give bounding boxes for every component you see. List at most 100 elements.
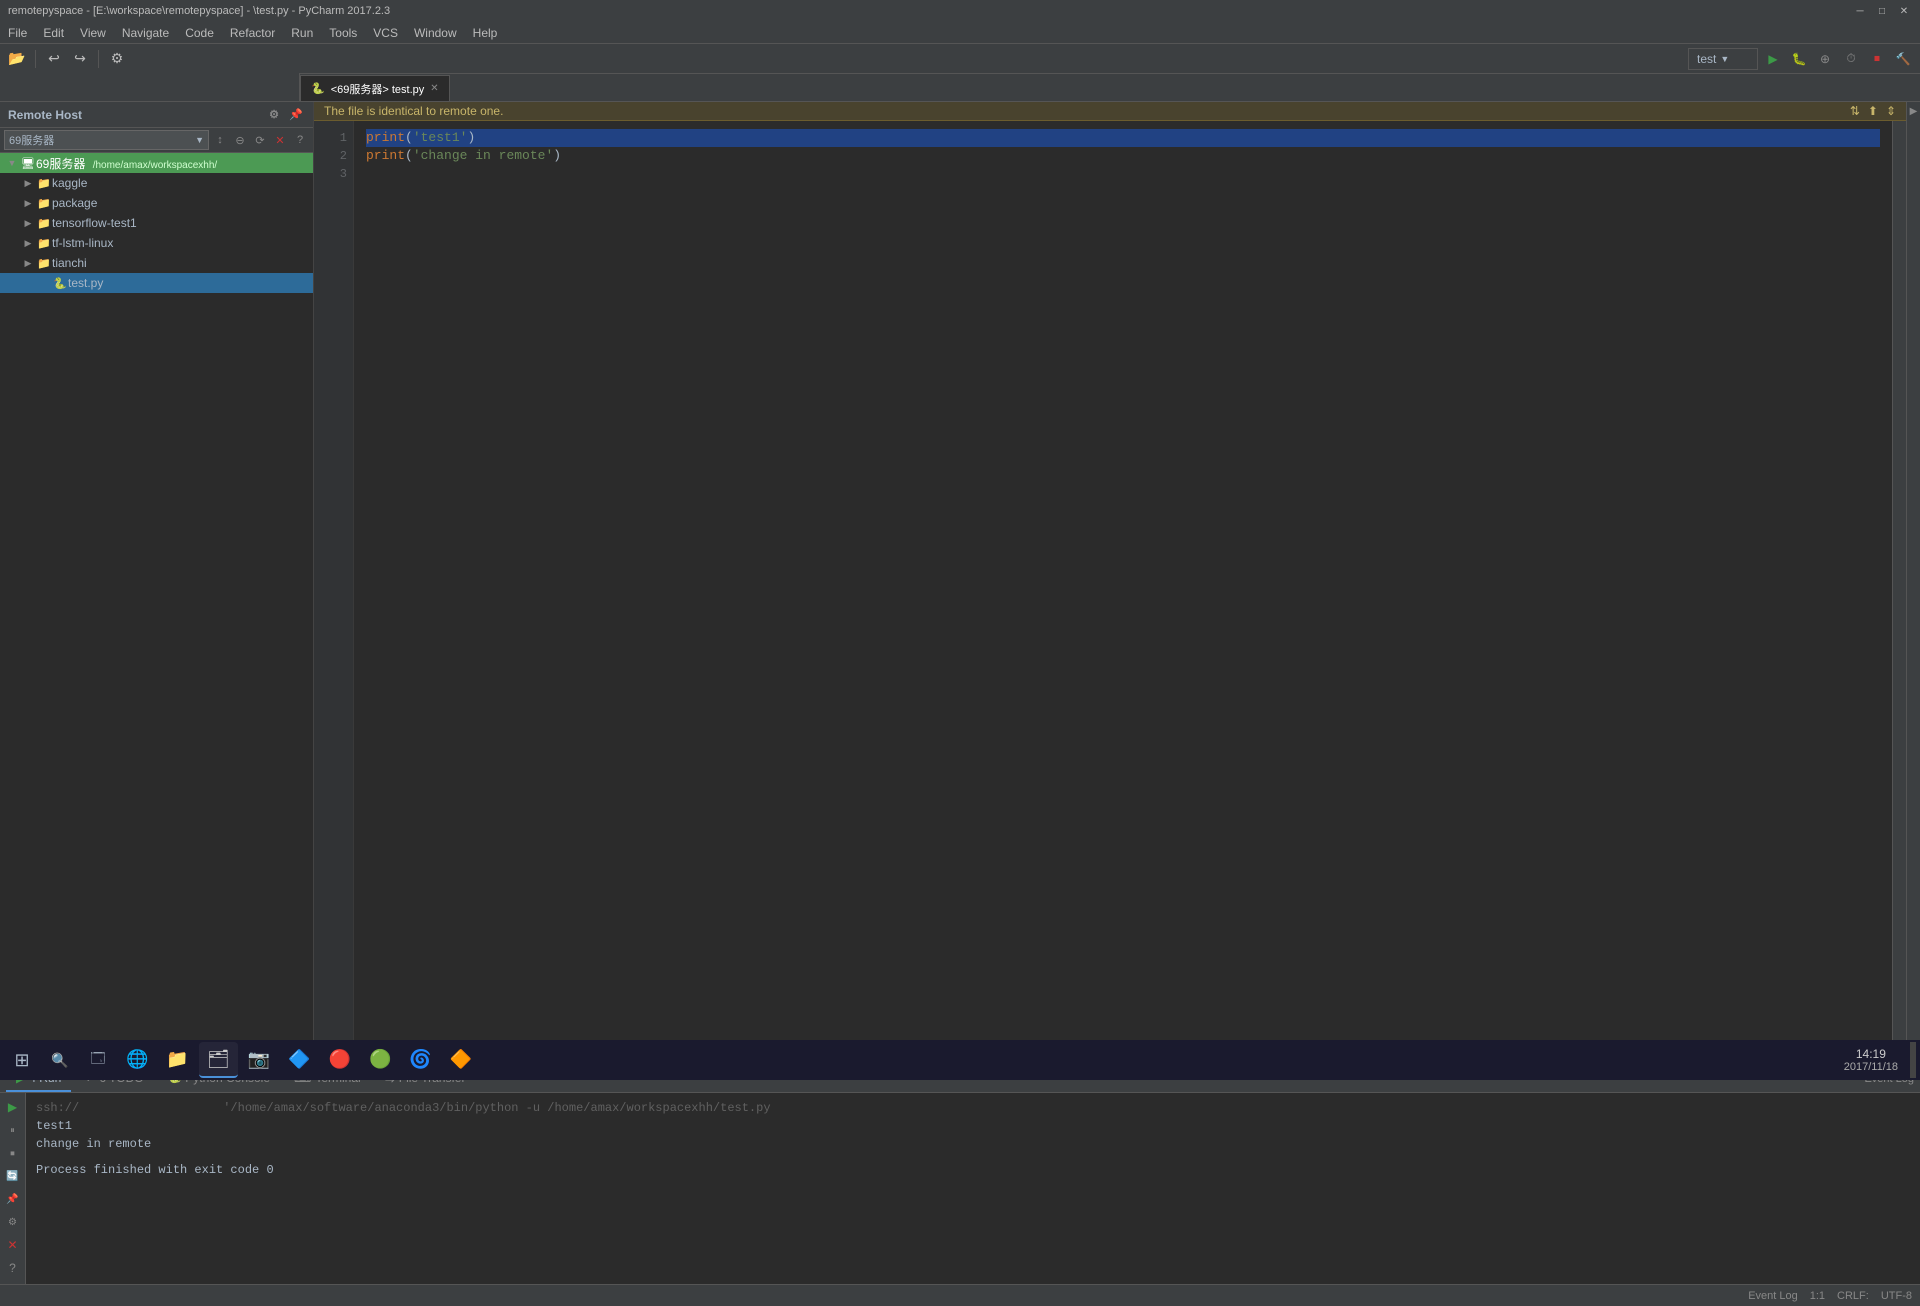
server-dropdown-label: 69服务器 <box>9 132 54 148</box>
taskbar-app6[interactable]: 🔶 <box>442 1042 480 1078</box>
menu-file[interactable]: File <box>0 22 35 43</box>
remote-host-settings-btn[interactable]: ⚙ <box>265 106 283 124</box>
remote-collapse-btn[interactable]: ⊖ <box>231 131 249 149</box>
tensorflow-test1-label: tensorflow-test1 <box>52 216 313 230</box>
menu-tools[interactable]: Tools <box>321 22 365 43</box>
editor-tab-test[interactable]: 🐍 <69服务器> test.py ✕ <box>300 75 450 101</box>
line-num-1: 1 <box>314 129 353 147</box>
run-close-side-btn[interactable]: ✕ <box>3 1235 23 1255</box>
menu-help[interactable]: Help <box>465 22 506 43</box>
menu-view[interactable]: View <box>72 22 114 43</box>
menu-window[interactable]: Window <box>406 22 465 43</box>
right-panel-icon[interactable]: ▶ <box>1910 106 1918 117</box>
code-content[interactable]: print('test1') print('change in remote') <box>354 121 1892 1064</box>
toolbar-open-btn[interactable]: 📂 <box>6 48 28 70</box>
tf-lstm-linux-label: tf-lstm-linux <box>52 236 313 250</box>
line-num-2: 2 <box>314 147 353 165</box>
run-rerun-btn[interactable]: 🔄 <box>3 1166 23 1186</box>
taskbar-app2[interactable]: 🔷 <box>280 1042 318 1078</box>
info-bar-compare-icon[interactable]: ⇅ <box>1850 104 1860 118</box>
taskbar-app3[interactable]: 🔴 <box>321 1042 359 1078</box>
menu-edit[interactable]: Edit <box>35 22 72 43</box>
code-line-1: print('test1') <box>366 129 1880 147</box>
search-button[interactable]: 🔍 <box>42 1042 78 1078</box>
remote-expand-all-btn[interactable]: ↕ <box>211 131 229 149</box>
tree-item-package[interactable]: ▶ 📁 package <box>0 193 313 213</box>
menu-navigate[interactable]: Navigate <box>114 22 177 43</box>
output-line-1: test1 <box>36 1117 1910 1135</box>
tree-item-tianchi[interactable]: ▶ 📁 tianchi <box>0 253 313 273</box>
file-tree: ▼ 🖥 69服务器 /home/amax/workspacexhh/ ▶ 📁 k… <box>0 153 313 1064</box>
tianchi-folder-icon: 📁 <box>36 257 52 270</box>
taskbar-right: 14:19 2017/11/18 <box>1844 1042 1916 1078</box>
remote-help-btn[interactable]: ? <box>291 131 309 149</box>
taskbar-app5[interactable]: 🌀 <box>401 1042 439 1078</box>
server-dropdown[interactable]: 69服务器 ▼ <box>4 130 209 150</box>
run-debug-btn[interactable]: 🐛 <box>1788 48 1810 70</box>
run-sidebar: ▶ ⏸ ⏹ 🔄 📌 ⚙ ✕ ? <box>0 1093 26 1284</box>
run-build-btn[interactable]: 🔨 <box>1892 48 1914 70</box>
tree-item-kaggle[interactable]: ▶ 📁 kaggle <box>0 173 313 193</box>
menu-vcs[interactable]: VCS <box>365 22 406 43</box>
server-root-icon: 🖥 <box>20 157 36 170</box>
status-bar: Event Log 1:1 CRLF: UTF-8 <box>0 1284 1920 1306</box>
taskbar-explorer[interactable]: 📁 <box>158 1042 196 1078</box>
run-stop-side-btn[interactable]: ⏸ <box>3 1120 23 1140</box>
show-desktop-btn[interactable] <box>1910 1042 1916 1078</box>
minimize-button[interactable]: ─ <box>1852 3 1868 19</box>
tensorflow-test1-folder-icon: 📁 <box>36 217 52 230</box>
main-layout: Remote Host ⚙ 📌 69服务器 ▼ ↕ ⊖ ⟳ ✕ ? ▼ 🖥 <box>0 102 1920 1064</box>
menu-run[interactable]: Run <box>283 22 321 43</box>
toolbar-undo-btn[interactable]: ↩ <box>43 48 65 70</box>
run-stop-btn[interactable]: ⏹ <box>1866 48 1888 70</box>
info-bar: The file is identical to remote one. ⇅ ⬆… <box>314 102 1906 121</box>
run-config-dropdown[interactable]: test ▼ <box>1688 48 1758 70</box>
remote-host-header: Remote Host ⚙ 📌 <box>0 102 313 128</box>
package-label: package <box>52 196 313 210</box>
run-pin-btn[interactable]: 📌 <box>3 1189 23 1209</box>
run-stop-all-btn[interactable]: ⏹ <box>3 1143 23 1163</box>
tensorflow-test1-arrow: ▶ <box>20 218 36 229</box>
package-folder-icon: 📁 <box>36 197 52 210</box>
run-play-btn[interactable]: ▶ <box>1762 48 1784 70</box>
output-exit-line: Process finished with exit code 0 <box>36 1161 1910 1179</box>
maximize-button[interactable]: □ <box>1874 3 1890 19</box>
tree-item-test-py[interactable]: ▶ 🐍 test.py <box>0 273 313 293</box>
editor-scrollbar[interactable] <box>1892 121 1906 1064</box>
tree-item-tf-lstm-linux[interactable]: ▶ 📁 tf-lstm-linux <box>0 233 313 253</box>
code-line-3 <box>366 165 1880 183</box>
event-log-status[interactable]: Event Log <box>1748 1290 1798 1302</box>
taskbar-pycharm[interactable]: 🗂 <box>199 1042 238 1078</box>
line-ending-status: CRLF: <box>1837 1290 1869 1302</box>
tree-item-tensorflow-test1[interactable]: ▶ 📁 tensorflow-test1 <box>0 213 313 233</box>
server-dropdown-arrow: ▼ <box>195 135 204 145</box>
output-spacer <box>36 1153 1910 1161</box>
menu-code[interactable]: Code <box>177 22 222 43</box>
close-button[interactable]: ✕ <box>1896 3 1912 19</box>
remote-host-pin-btn[interactable]: 📌 <box>287 106 305 124</box>
remote-refresh-btn[interactable]: ⟳ <box>251 131 269 149</box>
toolbar-redo-btn[interactable]: ↪ <box>69 48 91 70</box>
run-help-side-btn[interactable]: ? <box>3 1258 23 1278</box>
taskbar-time: 14:19 <box>1844 1047 1898 1061</box>
taskbar-app4[interactable]: 🟢 <box>361 1042 399 1078</box>
run-settings-btn[interactable]: ⚙ <box>3 1212 23 1232</box>
tf-lstm-linux-arrow: ▶ <box>20 238 36 249</box>
remote-host-toolbar: 69服务器 ▼ ↕ ⊖ ⟳ ✕ ? <box>0 128 313 153</box>
toolbar-settings-btn[interactable]: ⚙ <box>106 48 128 70</box>
remote-disconnect-btn[interactable]: ✕ <box>271 131 289 149</box>
taskbar-app1[interactable]: 📷 <box>240 1042 278 1078</box>
taskbar-chrome[interactable]: 🌐 <box>118 1042 156 1078</box>
menu-refactor[interactable]: Refactor <box>222 22 283 43</box>
info-bar-scroll-icon: ⇕ <box>1886 104 1896 118</box>
info-bar-upload-icon[interactable]: ⬆ <box>1868 104 1878 118</box>
tree-item-server-root[interactable]: ▼ 🖥 69服务器 /home/amax/workspacexhh/ <box>0 153 313 173</box>
start-button[interactable]: ⊞ <box>4 1042 40 1078</box>
run-coverage-btn[interactable]: ⊕ <box>1814 48 1836 70</box>
taskbar: ⊞ 🔍 🗔 🌐 📁 🗂 📷 🔷 🔴 🟢 🌀 🔶 14:19 2017/11/18 <box>0 1040 1920 1080</box>
tab-close-btn[interactable]: ✕ <box>430 83 438 94</box>
task-view-button[interactable]: 🗔 <box>80 1042 116 1078</box>
run-restart-btn[interactable]: ▶ <box>3 1097 23 1117</box>
run-profile-btn[interactable]: ⏱ <box>1840 48 1862 70</box>
line-numbers: 1 2 3 <box>314 121 354 1064</box>
